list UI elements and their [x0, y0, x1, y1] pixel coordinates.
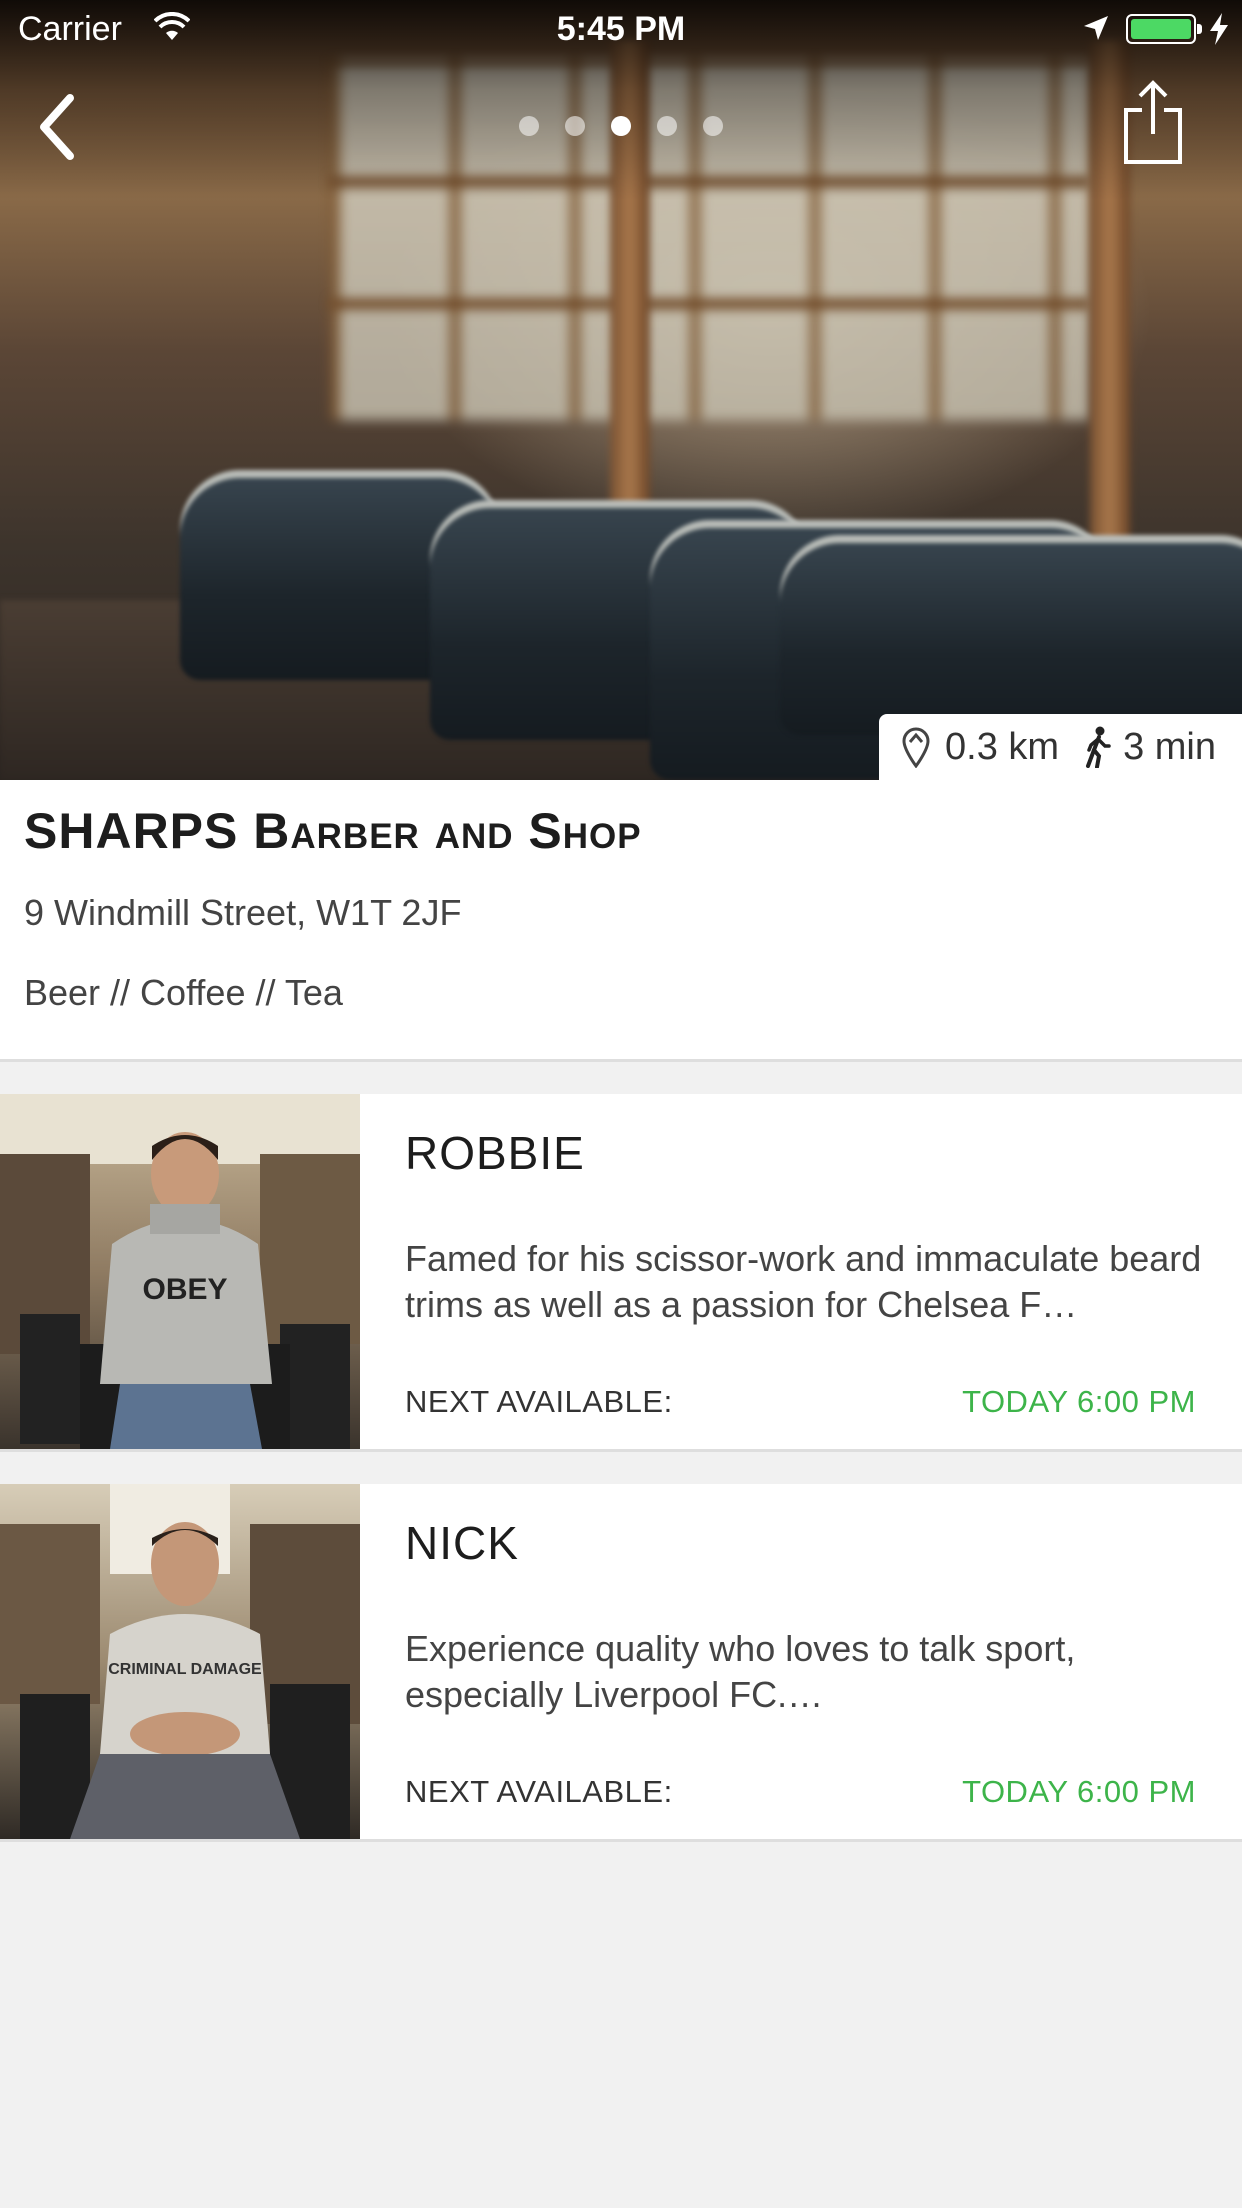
- shop-amenities: Beer // Coffee // Tea: [24, 972, 343, 1013]
- battery-icon: [1126, 14, 1202, 44]
- share-button[interactable]: [1122, 80, 1184, 166]
- status-bar: Carrier 5:45 PM: [0, 0, 1242, 60]
- next-available-time[interactable]: TODAY 6:00 PM: [962, 1384, 1196, 1420]
- barber-card-nick[interactable]: CRIMINAL DAMAGE NICK Experience quality …: [0, 1484, 1242, 1842]
- barber-bio: Experience quality who loves to talk spo…: [405, 1628, 1076, 1715]
- shop-name: SHARPS Barber and Shop: [24, 803, 642, 859]
- barber-name: ROBBIE: [405, 1127, 585, 1179]
- walk-time-label: 3 min: [1123, 725, 1216, 768]
- barber-name: NICK: [405, 1517, 519, 1569]
- page-dot[interactable]: [565, 116, 585, 136]
- next-available-label: NEXT AVAILABLE:: [405, 1384, 673, 1419]
- barber-photo-image: OBEY: [0, 1094, 360, 1449]
- page-dot[interactable]: [519, 116, 539, 136]
- walking-icon: [1086, 726, 1111, 768]
- share-icon: [1124, 80, 1182, 164]
- shirt-print: CRIMINAL DAMAGE: [108, 1661, 262, 1678]
- barber-bio: Famed for his scissor-work and immaculat…: [405, 1238, 1202, 1325]
- barber-chair: [780, 535, 1242, 735]
- barber-photo: OBEY: [0, 1094, 360, 1449]
- clock: 5:45 PM: [556, 10, 686, 48]
- distance-label: 0.3 km: [945, 725, 1060, 768]
- barber-photo: CRIMINAL DAMAGE: [0, 1484, 360, 1839]
- distance-badge: 0.3 km 3 min: [879, 714, 1242, 780]
- page-dot-active[interactable]: [611, 116, 631, 136]
- map-pin-icon: [902, 727, 930, 768]
- barber-card-robbie[interactable]: OBEY ROBBIE Famed for his scissor-work a…: [0, 1094, 1242, 1452]
- charging-bolt-icon: [1210, 13, 1228, 45]
- location-arrow-icon: [1084, 16, 1108, 40]
- barber-photo-image: CRIMINAL DAMAGE: [0, 1484, 360, 1839]
- battery-level: [1131, 19, 1191, 39]
- shirt-print: OBEY: [142, 1273, 227, 1306]
- gallery-page-indicator[interactable]: [0, 116, 1242, 136]
- page-dot[interactable]: [703, 116, 723, 136]
- shop-info-panel: SHARPS Barber and Shop 9 Windmill Street…: [0, 780, 1242, 1062]
- next-available-label: NEXT AVAILABLE:: [405, 1774, 673, 1809]
- shop-address[interactable]: 9 Windmill Street, W1T 2JF: [24, 892, 461, 934]
- page-dot[interactable]: [657, 116, 677, 136]
- next-available-time[interactable]: TODAY 6:00 PM: [962, 1774, 1196, 1810]
